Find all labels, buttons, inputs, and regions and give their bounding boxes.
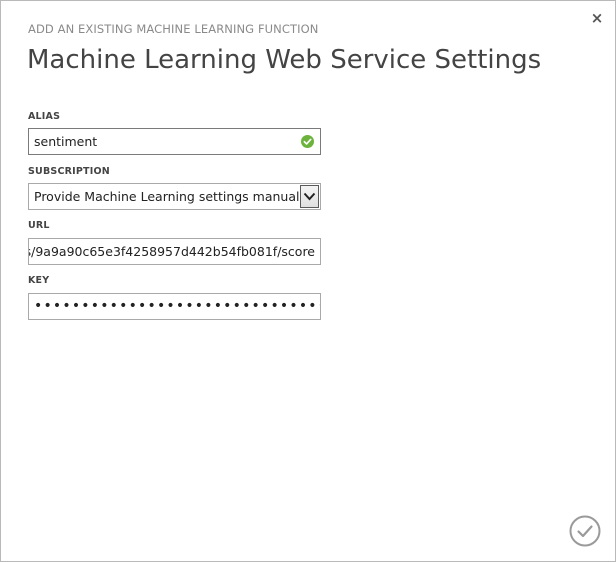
confirm-button[interactable] (569, 515, 601, 547)
check-circle-icon (301, 135, 314, 148)
dialog-subtitle: ADD AN EXISTING MACHINE LEARNING FUNCTIO… (28, 22, 319, 36)
url-label: URL (28, 220, 50, 231)
url-value: services/9a9a90c65e3f4258957d442b54fb081… (29, 244, 315, 259)
key-label: KEY (28, 275, 50, 286)
subscription-label: SUBSCRIPTION (28, 166, 110, 177)
url-field[interactable]: services/9a9a90c65e3f4258957d442b54fb081… (28, 238, 321, 265)
alias-field[interactable]: sentiment (28, 128, 321, 155)
checkmark-circle-icon (569, 515, 601, 547)
close-icon[interactable]: × (589, 10, 605, 26)
subscription-value: Provide Machine Learning settings manual… (34, 189, 311, 204)
key-field[interactable]: ••••••••••••••••••••••••••••••••••••• (28, 293, 321, 320)
chevron-down-icon (303, 192, 316, 201)
alias-value: sentiment (34, 134, 98, 149)
subscription-select[interactable]: Provide Machine Learning settings manual… (28, 183, 321, 210)
page-title: Machine Learning Web Service Settings (27, 45, 542, 75)
alias-label: ALIAS (28, 111, 61, 122)
dialog: × ADD AN EXISTING MACHINE LEARNING FUNCT… (0, 0, 616, 562)
key-value: ••••••••••••••••••••••••••••••••••••• (34, 298, 320, 314)
select-dropdown-button[interactable] (300, 185, 319, 208)
